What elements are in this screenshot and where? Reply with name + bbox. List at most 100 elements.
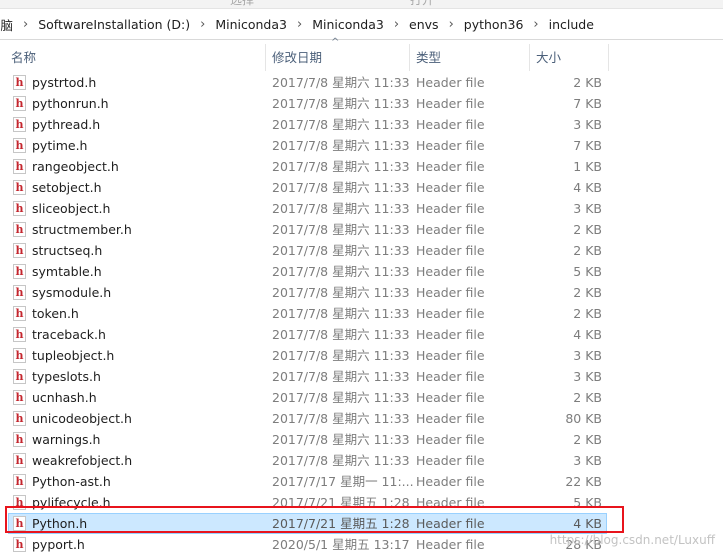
file-modified-date: 2017/7/8 星期六 11:33 [272,201,410,216]
file-size: 2 KB [573,243,602,258]
file-type: Header file [416,264,485,279]
file-modified-date: 2017/7/8 星期六 11:33 [272,75,410,90]
breadcrumb-current-folder[interactable]: include [549,17,594,32]
file-row[interactable]: h pylifecycle.h 2017/7/21 星期五 1:28 Header f… [0,492,723,513]
file-type: Header file [416,159,485,174]
file-type: Header file [416,117,485,132]
header-file-icon: h [13,348,26,363]
file-row[interactable]: h weakrefobject.h 2017/7/8 星期六 11:33 Header… [0,450,723,471]
chevron-right-icon[interactable]: › [533,17,538,32]
breadcrumb-folder[interactable]: Miniconda3 [215,17,287,32]
column-divider[interactable] [529,44,530,71]
file-name: pyport.h [32,537,85,552]
file-type: Header file [416,96,485,111]
column-divider[interactable] [265,44,266,71]
file-row[interactable]: h rangeobject.h 2017/7/8 星期六 11:33 Header f… [0,156,723,177]
header-file-icon-glyph: h [15,538,24,551]
breadcrumb-folder[interactable]: python36 [464,17,524,32]
file-type: Header file [416,138,485,153]
toolbar-ghost-text: 选择 [230,0,255,7]
file-size: 4 KB [573,327,602,342]
header-file-icon: h [13,432,26,447]
header-file-icon-glyph: h [15,76,24,89]
file-row[interactable]: h Python-ast.h 2017/7/17 星期一 11:... Header … [0,471,723,492]
file-modified-date: 2017/7/8 星期六 11:33 [272,285,410,300]
file-row[interactable]: h pythread.h 2017/7/8 星期六 11:33 Header file… [0,114,723,135]
file-size: 2 KB [573,390,602,405]
header-file-icon-glyph: h [15,160,24,173]
header-file-icon-glyph: h [15,517,24,530]
column-header-name[interactable]: 名称 [11,40,36,71]
file-name: warnings.h [32,432,101,447]
file-type: Header file [416,285,485,300]
file-name: pytime.h [32,138,88,153]
file-size: 2 KB [573,432,602,447]
file-modified-date: 2017/7/8 星期六 11:33 [272,222,410,237]
file-modified-date: 2017/7/8 星期六 11:33 [272,243,410,258]
file-row[interactable]: h ucnhash.h 2017/7/8 星期六 11:33 Header file 2… [0,387,723,408]
file-row[interactable]: h symtable.h 2017/7/8 星期六 11:33 Header file… [0,261,723,282]
file-name: pystrtod.h [32,75,97,90]
header-file-icon: h [13,285,26,300]
file-type: Header file [416,306,485,321]
file-type: Header file [416,495,485,510]
file-row[interactable]: h pystrtod.h 2017/7/8 星期六 11:33 Header file… [0,72,723,93]
chevron-right-icon[interactable]: › [449,17,454,32]
file-row-selected[interactable]: h Python.h 2017/7/21 星期五 1:28 Header file 4 … [0,513,723,534]
file-row[interactable]: h typeslots.h 2017/7/8 星期六 11:33 Header fil… [0,366,723,387]
column-divider[interactable] [409,44,410,71]
file-row[interactable]: h tupleobject.h 2017/7/8 星期六 11:33 Header f… [0,345,723,366]
header-file-icon: h [13,222,26,237]
file-size: 4 KB [573,516,602,531]
header-file-icon-glyph: h [15,349,24,362]
header-file-icon: h [13,159,26,174]
column-divider[interactable] [608,44,609,71]
file-type: Header file [416,453,485,468]
address-bar[interactable]: 电脑 › SoftwareInstallation (D:) › Minicon… [0,9,723,40]
column-header-date[interactable]: 修改日期 [272,40,322,71]
header-file-icon: h [13,75,26,90]
file-row[interactable]: h setobject.h 2017/7/8 星期六 11:33 Header fil… [0,177,723,198]
file-modified-date: 2017/7/8 星期六 11:33 [272,411,410,426]
header-file-icon-glyph: h [15,391,24,404]
breadcrumb-folder[interactable]: envs [409,17,439,32]
file-row[interactable]: h pytime.h 2017/7/8 星期六 11:33 Header file 7 … [0,135,723,156]
chevron-right-icon[interactable]: › [297,17,302,32]
file-row[interactable]: h unicodeobject.h 2017/7/8 星期六 11:33 Header… [0,408,723,429]
file-row[interactable]: h sysmodule.h 2017/7/8 星期六 11:33 Header fil… [0,282,723,303]
header-file-icon-glyph: h [15,328,24,341]
header-file-icon: h [13,495,26,510]
chevron-right-icon[interactable]: › [23,17,28,32]
file-modified-date: 2017/7/8 星期六 11:33 [272,117,410,132]
file-name: unicodeobject.h [32,411,132,426]
column-header-type[interactable]: 类型 [416,40,441,71]
file-modified-date: 2017/7/8 星期六 11:33 [272,159,410,174]
header-file-icon-glyph: h [15,307,24,320]
file-row[interactable]: h pythonrun.h 2017/7/8 星期六 11:33 Header fil… [0,93,723,114]
file-row[interactable]: h traceback.h 2017/7/8 星期六 11:33 Header fil… [0,324,723,345]
file-row[interactable]: h warnings.h 2017/7/8 星期六 11:33 Header file… [0,429,723,450]
file-name: ucnhash.h [32,390,97,405]
file-type: Header file [416,537,485,552]
file-row[interactable]: h structseq.h 2017/7/8 星期六 11:33 Header fil… [0,240,723,261]
sort-ascending-icon: ^ [331,37,340,48]
header-file-icon: h [13,537,26,552]
breadcrumb-drive[interactable]: SoftwareInstallation (D:) [38,17,190,32]
file-name: sliceobject.h [32,201,111,216]
breadcrumb-this-pc[interactable]: 电脑 [0,15,13,34]
chevron-right-icon[interactable]: › [394,17,399,32]
header-file-icon-glyph: h [15,286,24,299]
file-row[interactable]: h token.h 2017/7/8 星期六 11:33 Header file 2 K… [0,303,723,324]
chevron-right-icon[interactable]: › [200,17,205,32]
file-type: Header file [416,390,485,405]
file-name: setobject.h [32,180,102,195]
header-file-icon-glyph: h [15,412,24,425]
file-row[interactable]: h sliceobject.h 2017/7/8 星期六 11:33 Header f… [0,198,723,219]
file-row[interactable]: h structmember.h 2017/7/8 星期六 11:33 Header … [0,219,723,240]
file-size: 5 KB [573,495,602,510]
file-modified-date: 2020/5/1 星期五 13:17 [272,537,410,552]
breadcrumb-folder[interactable]: Miniconda3 [312,17,384,32]
header-file-icon: h [13,327,26,342]
header-file-icon: h [13,390,26,405]
column-header-size[interactable]: 大小 [536,40,561,71]
